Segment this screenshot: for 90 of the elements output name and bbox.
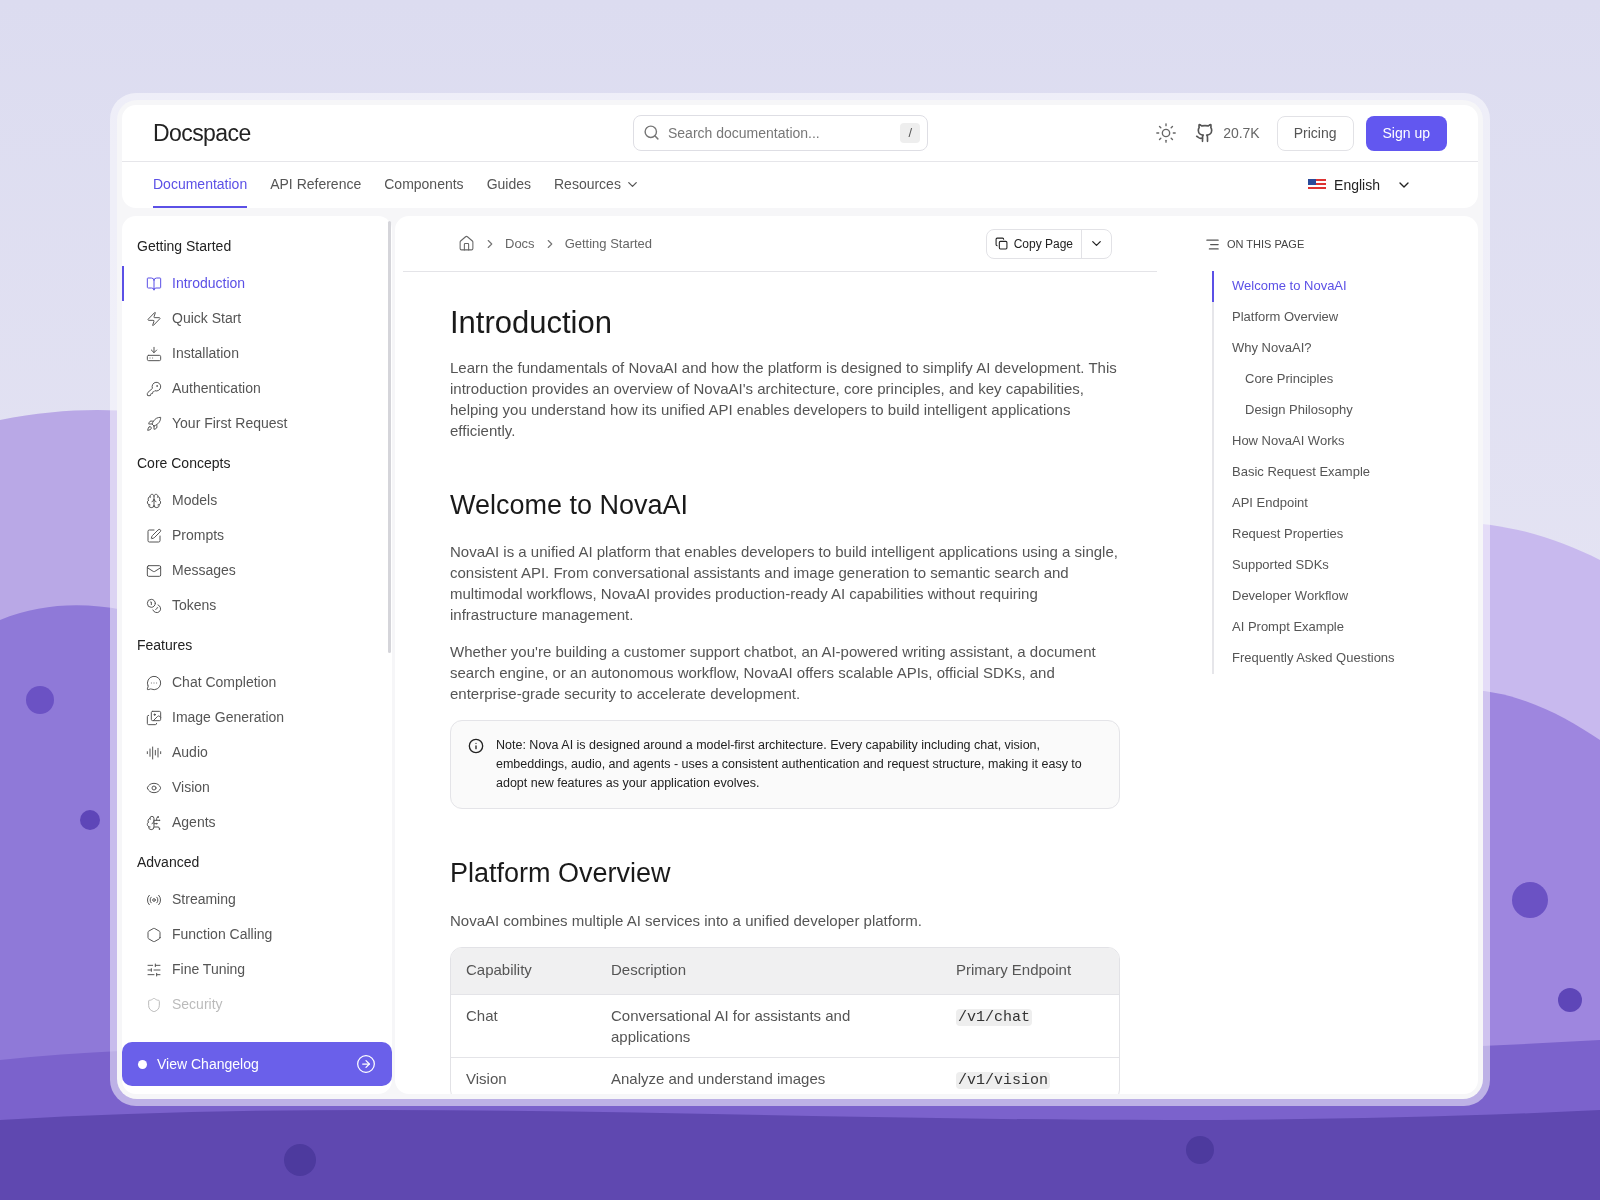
column-header: Primary Endpoint — [956, 960, 1073, 981]
hexagon-icon — [146, 926, 162, 943]
toc-link[interactable]: Supported SDKs — [1212, 549, 1478, 581]
search-icon — [643, 124, 660, 141]
section-title: Getting Started — [136, 237, 233, 256]
toc-link[interactable]: AI Prompt Example — [1212, 611, 1478, 643]
edit-icon — [146, 527, 162, 544]
section-heading: Welcome to NovaAI — [450, 488, 690, 522]
logo: Docspace — [153, 118, 252, 148]
mail-icon — [146, 562, 162, 579]
info-icon — [468, 738, 484, 754]
toc-link[interactable]: Welcome to NovaAI — [1212, 270, 1478, 302]
sidebar-item[interactable]: Audio — [122, 735, 384, 770]
sidebar-item[interactable]: Messages — [122, 553, 384, 588]
shield-icon — [146, 996, 162, 1013]
nav-tab[interactable]: Documentation — [153, 162, 248, 208]
section-heading: Platform Overview — [450, 857, 672, 890]
toc-link[interactable]: Request Properties — [1212, 518, 1478, 550]
sliders-icon — [146, 961, 162, 978]
sidebar-item[interactable]: Models — [122, 483, 384, 518]
note-text: Note: Nova AI is designed around a model-first architecture. Every capability including chat, vision, embeddings, audio, and agents - uses a consistent authentication and request structure, making it easy to adopt new features as your application evolves. — [496, 737, 1083, 792]
toc-link[interactable]: How NovaAI Works — [1212, 425, 1478, 457]
language-select[interactable]: English — [1308, 174, 1412, 196]
sidebar-item[interactable]: Quick Start — [122, 301, 384, 336]
toc-link[interactable]: Developer Workflow — [1212, 580, 1478, 612]
toc-link[interactable]: Why NovaAI? — [1212, 332, 1478, 364]
toc-link[interactable]: Frequently Asked Questions — [1212, 642, 1478, 674]
nav-tab[interactable]: Components — [384, 162, 464, 208]
paragraph: NovaAI combines multiple AI services into a unified developer platform. — [450, 910, 923, 931]
key-icon — [146, 380, 162, 397]
endpoint-code: /v1/vision — [956, 1071, 1050, 1089]
toc-link[interactable]: API Endpoint — [1212, 487, 1478, 519]
toc-title: ON THIS PAGE — [1227, 237, 1305, 252]
sidebar-item[interactable]: Fine Tuning — [122, 952, 384, 987]
sidebar-item[interactable]: Streaming — [122, 882, 384, 917]
table-cell-text: Conversational AI for assistants and applications — [611, 1005, 852, 1047]
section-title: Core Concepts — [136, 454, 232, 473]
column-header: Description — [611, 960, 688, 981]
table-cell-text: Vision — [466, 1068, 508, 1089]
sidebar-item[interactable]: Chat Completion — [122, 665, 384, 700]
nav-tab[interactable]: API Reference — [270, 162, 362, 208]
theme-icon[interactable] — [1155, 122, 1178, 144]
coins-icon — [146, 597, 162, 614]
table-cell-text: Chat — [466, 1005, 499, 1026]
copy-icon — [994, 237, 1008, 250]
paragraph: NovaAI is a unified AI platform that enables developers to build intelligent applications using a single, consistent API. From conversational assistants and image generation to semantic search and multimodal workflows, NovaAI provides production-ready AI capabilities without requiring infrastructure management. — [450, 542, 1119, 625]
chat-bubble-icon — [146, 674, 162, 691]
sidebar-item[interactable]: Authentication — [122, 371, 384, 406]
audio-wave-icon — [146, 744, 162, 761]
nav-tab[interactable]: Resources — [554, 162, 640, 208]
sidebar-item[interactable]: Function Calling — [122, 917, 384, 952]
nav-tab[interactable]: Guides — [486, 162, 531, 208]
sidebar-item[interactable]: Image Generation — [122, 700, 384, 735]
intro-paragraph: Learn the fundamentals of NovaAI and how the platform is designed to simplify AI development. This introduction provides an overview of NovaAI's architecture, core principles, and key capabilities, helping you understand how its unified API enables developers to build intelligent applications efficiently. — [450, 357, 1118, 441]
changelog-button[interactable]: View Changelog — [122, 1042, 392, 1086]
table-cell-text: Analyze and understand images — [611, 1068, 827, 1089]
column-header: Capability — [466, 960, 533, 981]
toc-link[interactable]: Design Philosophy — [1212, 394, 1478, 426]
download-icon — [146, 345, 162, 362]
endpoint-code: /v1/chat — [956, 1008, 1032, 1026]
shortcut-key: / — [900, 123, 920, 143]
toc-link[interactable]: Platform Overview — [1212, 301, 1478, 333]
rocket-icon — [146, 415, 162, 432]
breadcrumb-link[interactable]: Getting Started — [564, 233, 653, 254]
page-title: Introduction — [450, 304, 613, 342]
breadcrumb-link[interactable]: Docs — [505, 233, 535, 254]
book-icon — [146, 275, 162, 292]
sidebar-item[interactable]: Introduction — [122, 266, 384, 301]
home-icon[interactable] — [458, 235, 475, 252]
brain-icon — [146, 492, 162, 509]
flag-icon — [1308, 179, 1327, 191]
sidebar-item[interactable]: Vision — [122, 770, 384, 805]
sidebar-item[interactable]: Your First Request — [122, 406, 384, 441]
images-icon — [146, 709, 162, 726]
section-title: Advanced — [136, 853, 201, 872]
sidebar-item[interactable]: Installation — [122, 336, 384, 371]
section-title: Features — [136, 636, 194, 655]
lightning-icon — [146, 310, 162, 327]
head-icon — [146, 814, 162, 831]
paragraph: Whether you're building a customer support chatbot, an AI-powered writing assistant, a document search engine, or an autonomous workflow, NovaAI offers scalable APIs, official SDKs, and enterprise-grade security to accelerate development. — [450, 642, 1097, 704]
star-count: 20.7K — [1223, 123, 1260, 143]
pricing-button[interactable]: Pricing — [1276, 115, 1354, 151]
toc-link[interactable]: Basic Request Example — [1212, 456, 1478, 488]
sidebar-item[interactable]: Tokens — [122, 588, 384, 623]
sign-up-button[interactable]: Sign up — [1365, 115, 1447, 151]
copy-page-button[interactable]: Copy Page — [986, 229, 1082, 258]
sidebar-item[interactable]: Prompts — [122, 518, 384, 553]
list-icon — [1205, 236, 1220, 252]
sidebar-item[interactable]: Agents — [122, 805, 384, 840]
toc-link[interactable]: Core Principles — [1212, 363, 1478, 395]
